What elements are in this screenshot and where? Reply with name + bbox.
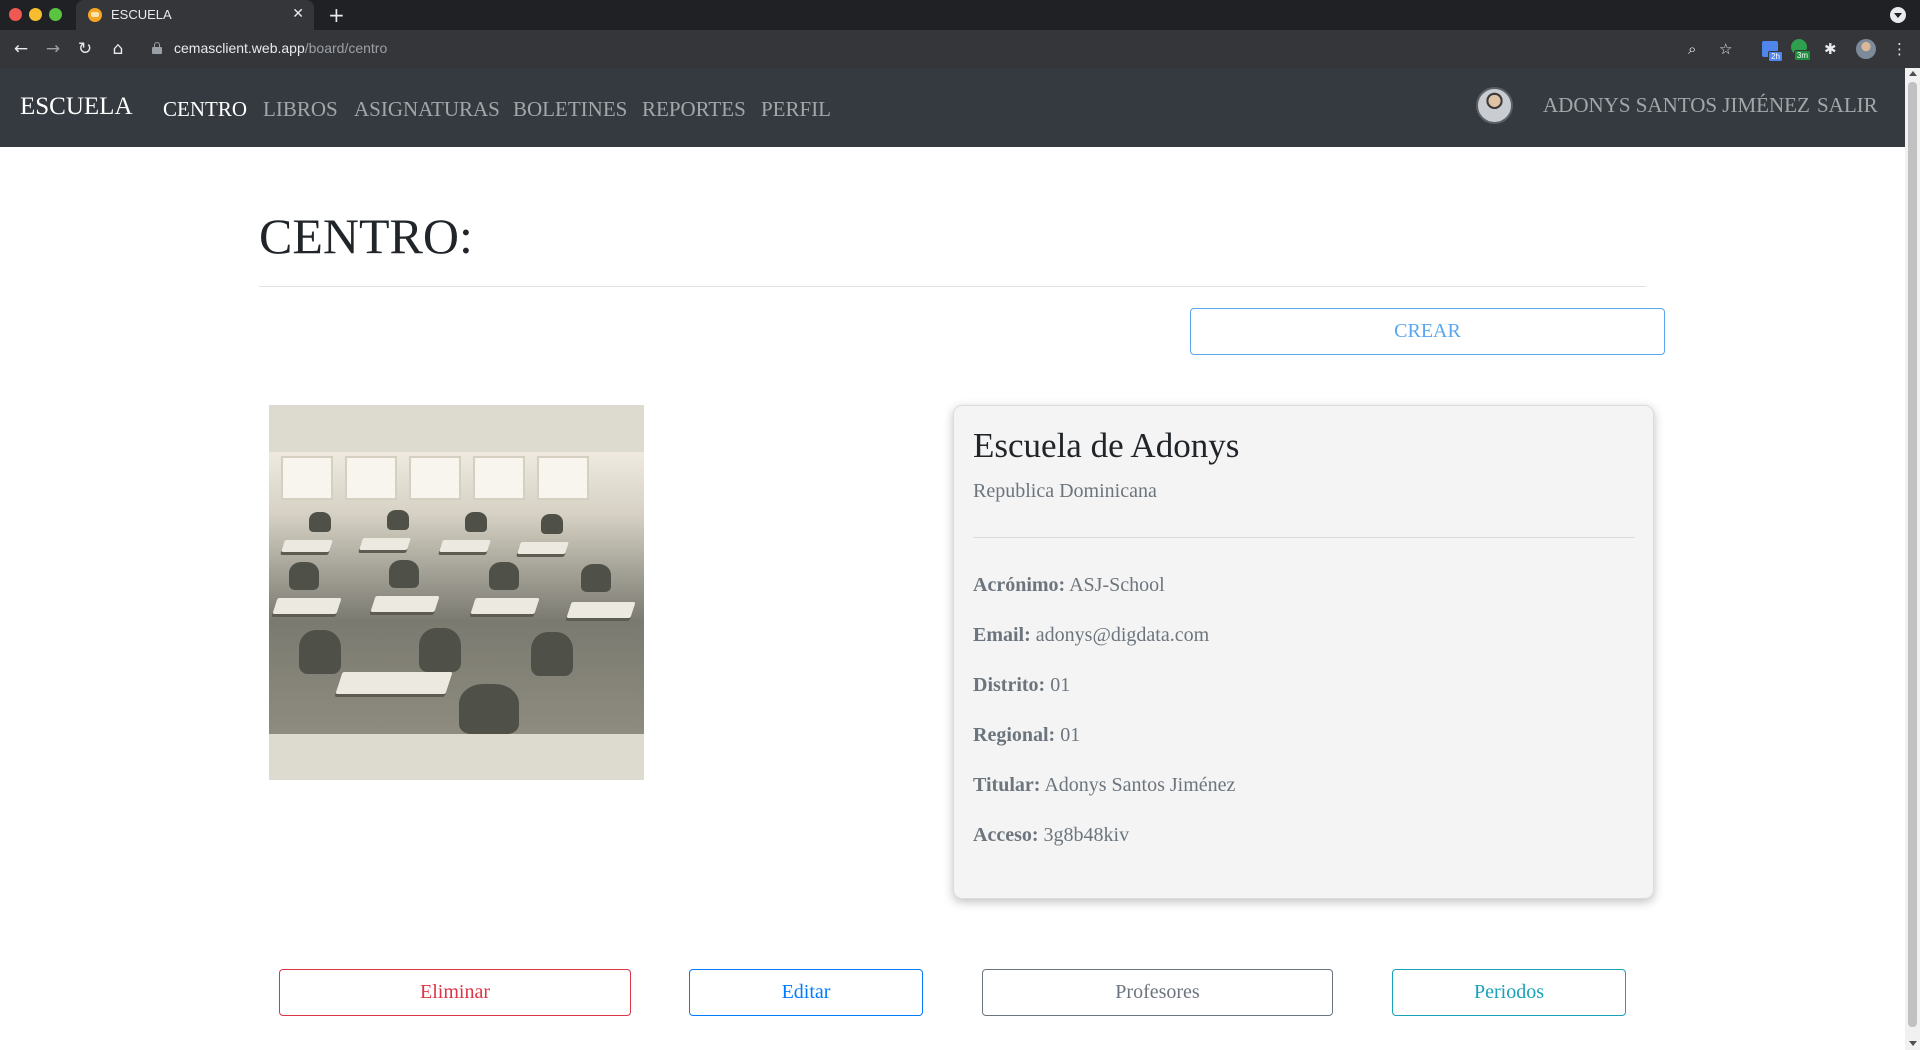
timer-extension-icon[interactable]: 3m	[1791, 39, 1811, 61]
field-regional: Regional: 01	[973, 724, 1080, 747]
edit-button[interactable]: Editar	[689, 969, 923, 1016]
forward-arrow-icon[interactable]: →	[41, 37, 65, 61]
create-button[interactable]: CREAR	[1190, 308, 1665, 355]
field-label: Acceso:	[973, 824, 1039, 846]
field-value: ASJ-School	[1069, 574, 1165, 596]
favicon-icon	[88, 8, 102, 22]
reload-icon[interactable]: ↻	[73, 37, 97, 61]
tab-title: ESCUELA	[111, 7, 172, 22]
lock-icon[interactable]	[152, 42, 162, 54]
field-value: 3g8b48kiv	[1043, 824, 1130, 846]
nav-link-libros[interactable]: LIBROS	[263, 97, 338, 122]
field-label: Regional:	[973, 724, 1056, 746]
browser-profile-avatar[interactable]	[1856, 39, 1876, 59]
nav-link-boletines[interactable]: BOLETINES	[513, 97, 627, 122]
browser-toolbar: ← → ↻ ⌂ cemasclient.web.app/board/centro…	[0, 30, 1920, 68]
scroll-thumb[interactable]	[1908, 82, 1917, 1027]
page-scrollbar[interactable]	[1905, 68, 1920, 1050]
puzzle-icon[interactable]: ✱	[1824, 39, 1837, 59]
field-value: adonys@digdata.com	[1035, 624, 1210, 646]
browser-tab-bar: ESCUELA ✕ +	[0, 0, 1920, 30]
field-email: Email: adonys@digdata.com	[973, 624, 1209, 647]
page-title: CENTRO:	[259, 208, 473, 264]
close-icon[interactable]: ✕	[292, 5, 304, 23]
school-name: Escuela de Adonys	[973, 426, 1240, 465]
nav-link-asignaturas[interactable]: ASIGNATURAS	[354, 97, 500, 122]
scroll-down-arrow-icon[interactable]	[1909, 1041, 1917, 1046]
field-value: 01	[1060, 724, 1081, 746]
school-info-card: Escuela de Adonys Republica Dominicana A…	[953, 405, 1654, 899]
field-label: Email:	[973, 624, 1031, 646]
url-path: /board/centro	[304, 40, 388, 56]
back-arrow-icon[interactable]: ←	[9, 37, 33, 61]
window-close-button[interactable]	[9, 8, 22, 21]
home-icon[interactable]: ⌂	[106, 37, 130, 61]
field-label: Acrónimo:	[973, 574, 1066, 596]
plus-icon[interactable]: +	[328, 3, 345, 27]
field-label: Titular:	[973, 774, 1041, 796]
window-maximize-button[interactable]	[49, 8, 62, 21]
field-value: Adonys Santos Jiménez	[1044, 774, 1236, 796]
extension-badge: 3m	[1793, 50, 1811, 61]
tab-search-icon[interactable]	[1890, 7, 1906, 23]
field-value: 01	[1050, 674, 1071, 696]
field-acronimo: Acrónimo: ASJ-School	[973, 574, 1165, 597]
field-titular: Titular: Adonys Santos Jiménez	[973, 774, 1235, 797]
user-name[interactable]: ADONYS SANTOS JIMÉNEZ	[1543, 93, 1810, 118]
nav-link-perfil[interactable]: PERFIL	[761, 97, 831, 122]
field-label: Distrito:	[973, 674, 1046, 696]
extension-badge: 2h	[1768, 51, 1783, 62]
logout-link[interactable]: SALIR	[1817, 93, 1878, 118]
classroom-photo	[269, 452, 644, 734]
school-image	[269, 405, 644, 780]
periods-button[interactable]: Periodos	[1392, 969, 1626, 1016]
app-navbar: ESCUELA CENTRO LIBROS ASIGNATURAS BOLETI…	[0, 68, 1905, 147]
nav-link-centro[interactable]: CENTRO	[163, 97, 247, 122]
brand-logo[interactable]: ESCUELA	[20, 93, 133, 121]
window-minimize-button[interactable]	[29, 8, 42, 21]
nav-link-reportes[interactable]: REPORTES	[642, 97, 746, 122]
calendar-extension-icon[interactable]: 2h	[1762, 41, 1783, 62]
delete-button[interactable]: Eliminar	[279, 969, 631, 1016]
zoom-icon[interactable]: ⌕	[1688, 39, 1696, 59]
card-divider	[973, 537, 1635, 538]
field-acceso: Acceso: 3g8b48kiv	[973, 824, 1129, 847]
kebab-menu-icon[interactable]: ⋮	[1892, 39, 1907, 59]
title-divider	[259, 286, 1646, 287]
browser-tab[interactable]: ESCUELA ✕	[76, 0, 314, 30]
avatar[interactable]	[1476, 87, 1513, 124]
teachers-button[interactable]: Profesores	[982, 969, 1333, 1016]
scroll-up-arrow-icon[interactable]	[1909, 71, 1917, 76]
url-host: cemasclient.web.app	[174, 40, 305, 56]
star-icon[interactable]: ☆	[1719, 39, 1732, 59]
school-country: Republica Dominicana	[973, 480, 1157, 502]
field-distrito: Distrito: 01	[973, 674, 1070, 697]
address-bar[interactable]: cemasclient.web.app/board/centro	[174, 40, 387, 56]
